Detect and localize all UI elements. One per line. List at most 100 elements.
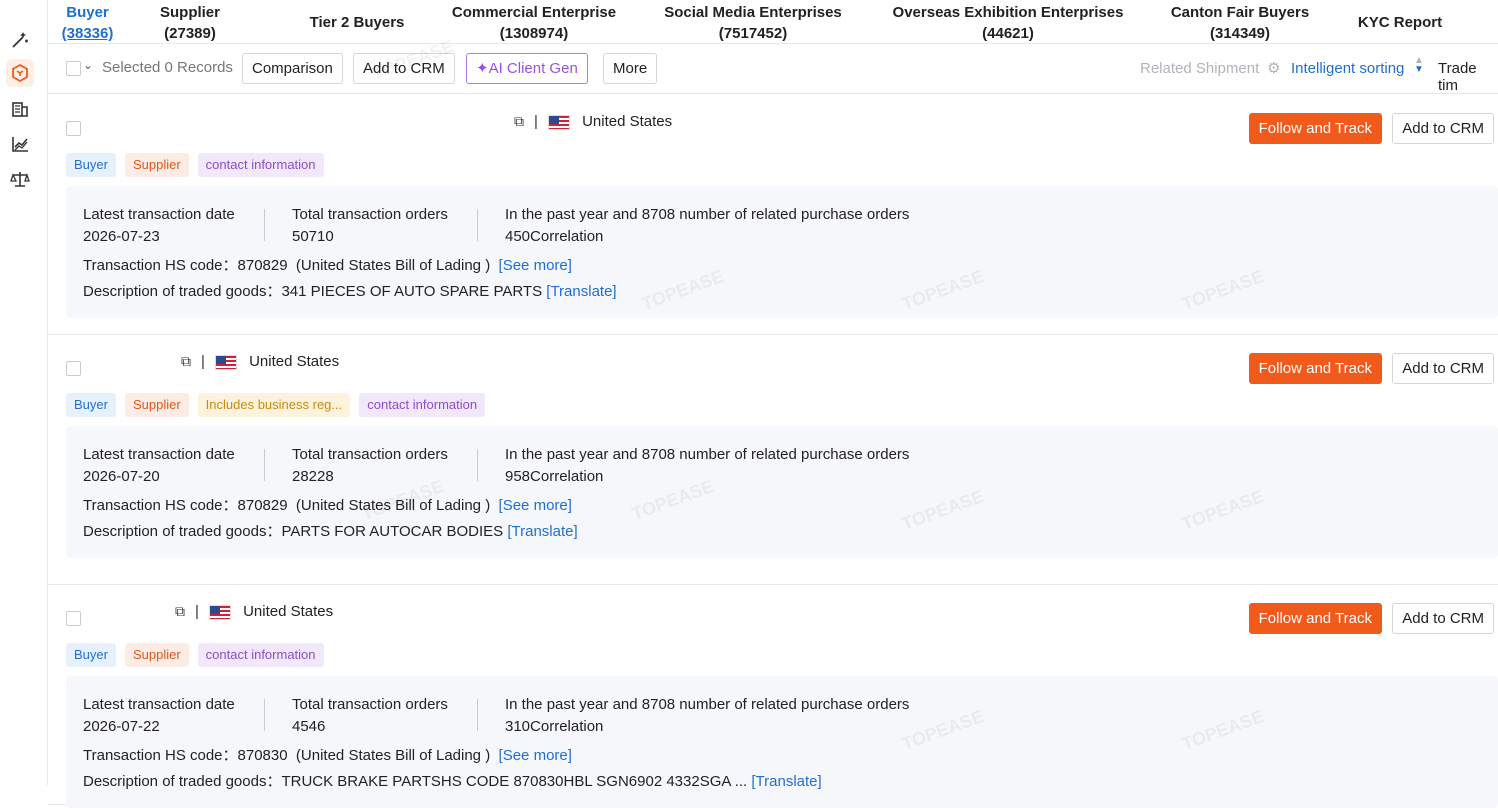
record-header: ⧉ | United States — [175, 603, 333, 635]
latest-date-stat: Latest transaction date 2026-07-20 — [83, 444, 235, 488]
follow-and-track-button[interactable]: Follow and Track — [1248, 603, 1382, 634]
latest-date-stat: Latest transaction date 2026-07-23 — [83, 204, 235, 248]
related-orders-stat: In the past year and 8708 number of rela… — [505, 204, 909, 248]
tab-label: Commercial Enterprise — [451, 4, 617, 21]
more-button[interactable]: More — [603, 53, 658, 84]
hs-code-value: 870830 — [237, 747, 288, 764]
add-to-crm-button[interactable]: Add to CRM — [1392, 603, 1494, 634]
stat-label: In the past year and 8708 number of rela… — [505, 446, 910, 463]
tab-count: (44621) — [982, 25, 1034, 42]
translate-link[interactable]: [Translate] — [751, 773, 821, 790]
line-chart-icon[interactable] — [9, 133, 31, 155]
total-orders-stat: Total transaction orders 4546 — [292, 694, 448, 738]
tag-contact[interactable]: contact information — [197, 153, 324, 177]
sort-arrows-icon[interactable]: ▲ ▼ — [1414, 56, 1424, 75]
magic-wand-icon[interactable] — [9, 29, 31, 51]
tag-contact[interactable]: contact information — [197, 643, 324, 667]
goods-description-row: Description of traded goods：TRUCK BRAKE … — [83, 770, 822, 791]
tag-buyer[interactable]: Buyer — [66, 393, 116, 417]
transaction-summary: Latest transaction date 2026-07-22 Total… — [66, 676, 1498, 808]
tag-list: Buyer Supplier Includes business reg... con… — [66, 393, 486, 417]
category-tabs: Buyer (38336) Supplier (27389) Tier 2 Bu… — [48, 0, 1498, 44]
tag-supplier[interactable]: Supplier — [124, 393, 189, 417]
copy-icon[interactable]: ⧉ — [514, 113, 524, 129]
balance-scale-icon[interactable] — [9, 168, 31, 190]
stat-label: Latest transaction date — [83, 446, 235, 463]
tab-label: Supplier — [159, 4, 220, 21]
us-flag-icon — [547, 114, 570, 130]
tab-social-media[interactable]: Social Media Enterprises (7517452) — [658, 2, 848, 44]
selected-count: Selected 0 Records — [102, 59, 233, 76]
comparison-button[interactable]: Comparison — [242, 53, 343, 84]
goods-description-row: Description of traded goods：PARTS FOR AU… — [83, 520, 578, 541]
tag-supplier[interactable]: Supplier — [124, 153, 189, 177]
see-more-link[interactable]: [See more] — [499, 497, 572, 514]
trade-time-sort[interactable]: Trade tim — [1438, 60, 1498, 94]
hs-code-value: 870829 — [237, 497, 288, 514]
tab-tier2-buyers[interactable]: Tier 2 Buyers — [304, 12, 410, 33]
add-to-crm-button[interactable]: Add to CRM — [1392, 113, 1494, 144]
tag-supplier[interactable]: Supplier — [124, 643, 189, 667]
select-all-checkbox[interactable] — [66, 61, 81, 76]
related-orders-stat: In the past year and 8708 number of rela… — [505, 694, 909, 738]
add-to-crm-button[interactable]: Add to CRM — [1392, 353, 1494, 384]
tab-kyc-report[interactable]: KYC Report — [1350, 12, 1450, 33]
hs-code-source: (United States Bill of Lading ) — [295, 747, 491, 764]
intelligent-sorting-dropdown[interactable]: Intelligent sorting — [1291, 60, 1404, 77]
country-label: United States — [243, 603, 334, 620]
cube-icon[interactable] — [6, 59, 34, 87]
stat-value: 310Correlation — [505, 718, 604, 735]
stat-divider — [477, 699, 478, 731]
description-value: 341 PIECES OF AUTO SPARE PARTS — [281, 283, 543, 300]
hs-code-row: Transaction HS code：870829 (United State… — [83, 254, 572, 275]
left-rail — [0, 0, 48, 785]
goods-description-row: Description of traded goods：341 PIECES O… — [83, 280, 617, 301]
chevron-down-icon[interactable]: ⌄ — [83, 58, 93, 72]
tab-canton-fair[interactable]: Canton Fair Buyers (314349) — [1165, 2, 1315, 44]
translate-link[interactable]: [Translate] — [507, 523, 577, 540]
see-more-link[interactable]: [See more] — [499, 747, 572, 764]
us-flag-icon — [208, 604, 231, 620]
tag-buyer[interactable]: Buyer — [66, 153, 116, 177]
gear-icon[interactable]: ⚙ — [1267, 59, 1280, 77]
tab-overseas-exhibition[interactable]: Overseas Exhibition Enterprises (44621) — [883, 2, 1133, 44]
toolbar: ⌄ Selected 0 Records Comparison Add to C… — [48, 44, 1498, 94]
copy-icon[interactable]: ⧉ — [175, 603, 185, 619]
translate-link[interactable]: [Translate] — [546, 283, 616, 300]
stat-divider — [477, 209, 478, 241]
see-more-link[interactable]: [See more] — [499, 257, 572, 274]
follow-and-track-button[interactable]: Follow and Track — [1248, 353, 1382, 384]
tab-supplier[interactable]: Supplier (27389) — [153, 2, 227, 44]
company-report-icon[interactable] — [9, 98, 31, 120]
tag-contact[interactable]: contact information — [359, 393, 486, 417]
tag-business-reg[interactable]: Includes business reg... — [197, 393, 351, 417]
tab-count: (7517452) — [718, 25, 788, 42]
tab-label: KYC Report — [1357, 14, 1443, 31]
record-card: ⧉ | United States Follow and Track Add to… — [48, 95, 1498, 335]
total-orders-stat: Total transaction orders 50710 — [292, 204, 448, 248]
stat-label: Latest transaction date — [83, 206, 235, 223]
stat-label: In the past year and 8708 number of rela… — [505, 206, 910, 223]
stat-value: 958Correlation — [505, 468, 604, 485]
ai-client-gen-button[interactable]: ✦AI Client Gen — [466, 53, 588, 84]
record-checkbox[interactable] — [66, 121, 81, 136]
copy-icon[interactable]: ⧉ — [181, 353, 191, 369]
tab-commercial-enterprise[interactable]: Commercial Enterprise (1308974) — [445, 2, 623, 44]
tag-list: Buyer Supplier contact information — [66, 643, 324, 667]
description-label: Description of traded goods： — [83, 283, 282, 300]
hs-code-label: Transaction HS code： — [83, 747, 238, 764]
tab-label: Social Media Enterprises — [664, 4, 842, 21]
add-to-crm-button[interactable]: Add to CRM — [353, 53, 455, 84]
tab-buyer[interactable]: Buyer (38336) — [61, 2, 114, 44]
record-checkbox[interactable] — [66, 361, 81, 376]
hs-code-label: Transaction HS code： — [83, 257, 238, 274]
tab-count: (38336) — [61, 25, 114, 42]
tag-buyer[interactable]: Buyer — [66, 643, 116, 667]
tab-label: Tier 2 Buyers — [309, 14, 405, 31]
tab-count: (1308974) — [499, 25, 569, 42]
follow-and-track-button[interactable]: Follow and Track — [1248, 113, 1382, 144]
us-flag-icon — [214, 354, 237, 370]
stat-label: Total transaction orders — [292, 206, 448, 223]
record-checkbox[interactable] — [66, 611, 81, 626]
record-card: ⧉ | United States Follow and Track Add to… — [48, 335, 1498, 585]
